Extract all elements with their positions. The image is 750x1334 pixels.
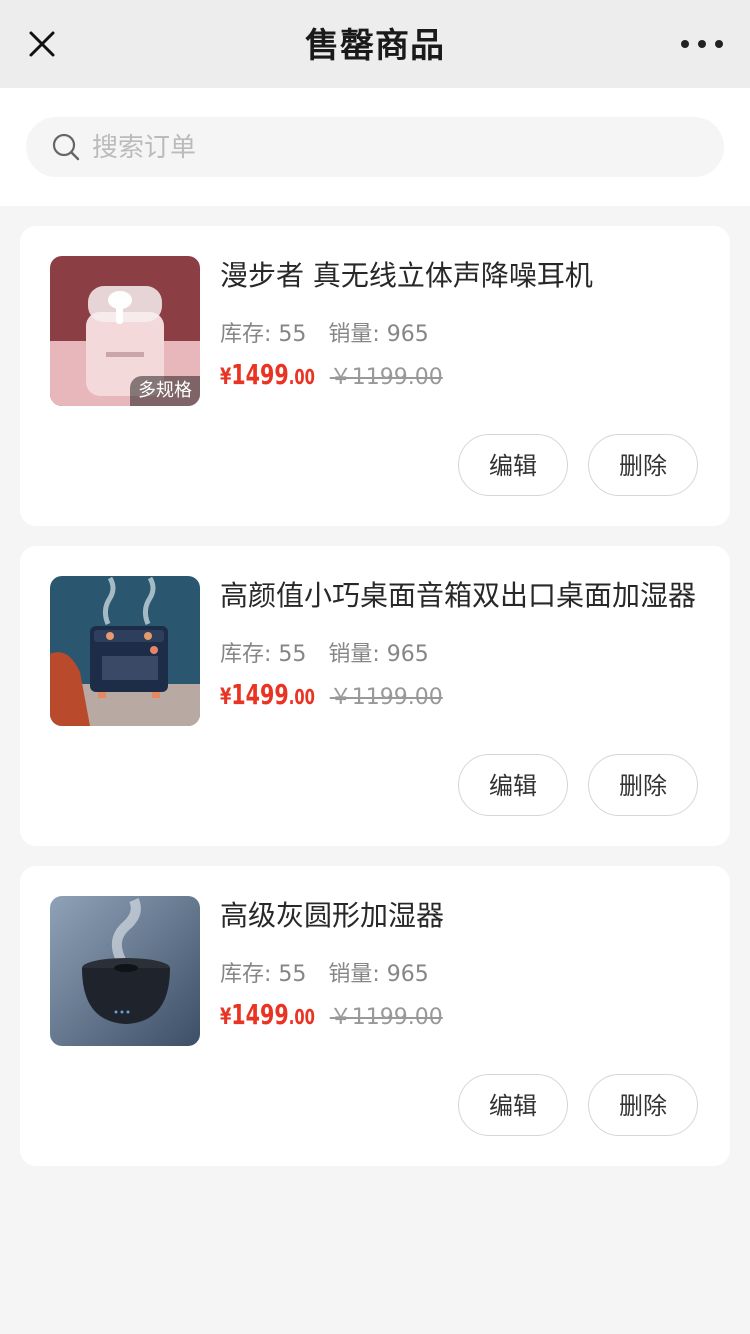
current-price: ¥1499.00 (220, 998, 315, 1031)
delete-button[interactable]: 删除 (588, 434, 698, 496)
product-image-earbuds[interactable]: 多规格 (50, 256, 200, 406)
sales-label: 销量: 965 (328, 322, 429, 347)
stock-label: 库存: 55 (220, 322, 307, 347)
product-stats: 库存: 55 销量: 965 (220, 956, 429, 988)
search-section (0, 88, 750, 206)
search-box[interactable] (26, 117, 724, 179)
page-title: 售罄商品 (305, 26, 445, 66)
current-price: ¥1499.00 (220, 358, 315, 391)
price-row: ¥1499.00 ￥1199.00 (220, 998, 443, 1031)
edit-button[interactable]: 编辑 (458, 1074, 568, 1136)
nav-bar: 售罄商品 (0, 0, 750, 88)
original-price: ￥1199.00 (329, 1005, 443, 1030)
delete-button[interactable]: 删除 (588, 754, 698, 816)
stock-label: 库存: 55 (220, 962, 307, 987)
product-card: 高颜值小巧桌面音箱双出口桌面加湿器 库存: 55 销量: 965 ¥1499.00… (20, 546, 730, 846)
original-price: ￥1199.00 (329, 685, 443, 710)
product-title: 高级灰圆形加湿器 (220, 899, 445, 932)
more-dots-icon[interactable] (680, 36, 724, 52)
sales-label: 销量: 965 (328, 962, 429, 987)
product-stats: 库存: 55 销量: 965 (220, 636, 429, 668)
product-image-speaker-humidifier[interactable] (50, 576, 200, 726)
product-card: 高级灰圆形加湿器 库存: 55 销量: 965 ¥1499.00 ￥1199.00 … (20, 866, 730, 1166)
price-row: ¥1499.00 ￥1199.00 (220, 358, 443, 391)
delete-button[interactable]: 删除 (588, 1074, 698, 1136)
edit-button[interactable]: 编辑 (458, 434, 568, 496)
product-title: 高颜值小巧桌面音箱双出口桌面加湿器 (220, 579, 697, 612)
edit-button[interactable]: 编辑 (458, 754, 568, 816)
multi-spec-badge: 多规格 (130, 376, 200, 406)
sales-label: 销量: 965 (328, 642, 429, 667)
stock-label: 库存: 55 (220, 642, 307, 667)
search-input[interactable] (90, 117, 694, 179)
product-stats: 库存: 55 销量: 965 (220, 316, 429, 348)
price-row: ¥1499.00 ￥1199.00 (220, 678, 443, 711)
product-image-round-humidifier[interactable] (50, 896, 200, 1046)
product-title: 漫步者 真无线立体声降噪耳机 (220, 259, 593, 292)
current-price: ¥1499.00 (220, 678, 315, 711)
original-price: ￥1199.00 (329, 365, 443, 390)
product-card: 多规格 漫步者 真无线立体声降噪耳机 库存: 55 销量: 965 ¥1499.0… (20, 226, 730, 526)
search-icon (52, 133, 80, 161)
